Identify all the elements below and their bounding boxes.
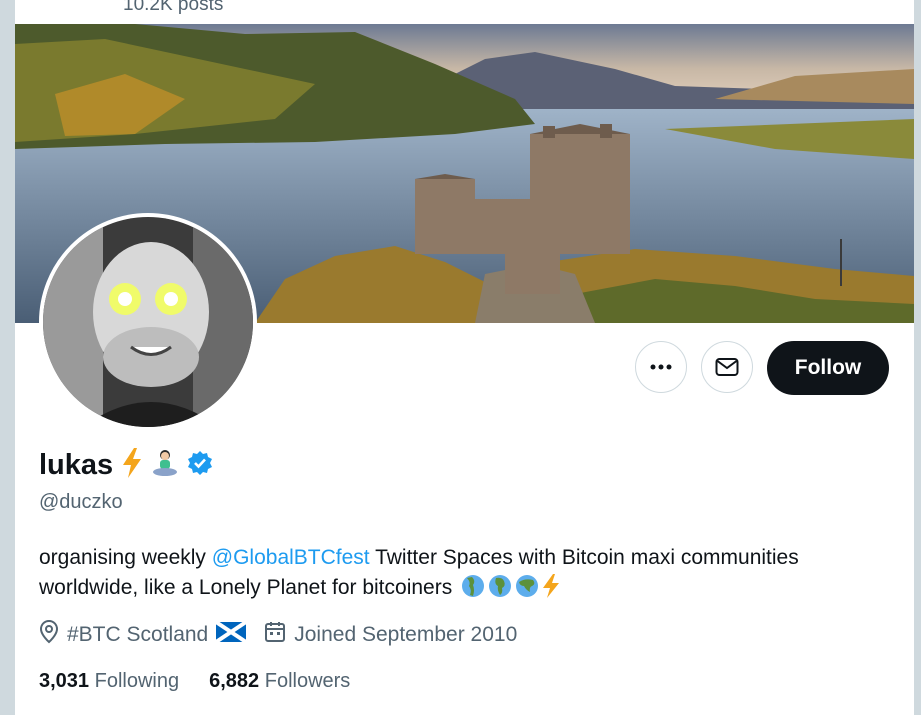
joined-date: Joined September 2010 xyxy=(294,623,518,646)
profile-meta: #BTC Scotland Joined September 2010 xyxy=(39,619,535,650)
verified-badge-icon[interactable] xyxy=(187,450,213,481)
followers-link[interactable]: 6,882 Followers xyxy=(209,670,350,693)
name-row: lukas xyxy=(39,448,213,483)
globe-africa-emoji-icon xyxy=(488,574,512,607)
joined-item: Joined September 2010 xyxy=(264,621,517,649)
bio-text: organising weekly xyxy=(39,546,212,569)
bio-mention-link[interactable]: @GlobalBTCfest xyxy=(212,546,370,569)
location-item: #BTC Scotland xyxy=(39,619,248,650)
follow-button[interactable]: Follow xyxy=(767,341,889,395)
profile-handle: @duczko xyxy=(39,491,123,513)
followers-count: 6,882 xyxy=(209,670,260,692)
meditation-emoji-icon xyxy=(151,449,179,482)
location-pin-icon xyxy=(39,619,59,650)
location-text: #BTC Scotland xyxy=(67,623,209,646)
more-dots-icon xyxy=(650,364,672,370)
lightning-emoji-icon xyxy=(121,448,143,483)
posts-count: 10.2K posts xyxy=(123,0,224,15)
followers-label: Followers xyxy=(264,670,351,692)
following-label: Following xyxy=(94,670,180,692)
following-count: 3,031 xyxy=(39,670,90,692)
globe-americas-emoji-icon xyxy=(461,574,485,607)
lightning-emoji-icon xyxy=(542,574,560,607)
envelope-icon xyxy=(715,358,739,376)
message-button[interactable] xyxy=(701,341,753,393)
display-name: lukas xyxy=(39,449,114,481)
bio-text: worldwide, like a Lonely Planet for bitc… xyxy=(39,576,453,599)
following-link[interactable]: 3,031 Following xyxy=(39,670,179,693)
globe-asia-emoji-icon xyxy=(515,574,539,607)
follow-stats: 3,031 Following 6,882 Followers xyxy=(39,670,380,693)
bio-text: Twitter Spaces with Bitcoin maxi communi… xyxy=(369,546,799,569)
more-options-button[interactable] xyxy=(635,341,687,393)
profile-panel: 10.2K posts Follow lukas @duczko organis… xyxy=(15,0,914,715)
profile-bio: organising weekly @GlobalBTCfest Twitter… xyxy=(39,543,899,607)
profile-avatar[interactable] xyxy=(39,213,257,431)
calendar-icon xyxy=(264,621,286,649)
scotland-flag-icon xyxy=(215,620,248,648)
